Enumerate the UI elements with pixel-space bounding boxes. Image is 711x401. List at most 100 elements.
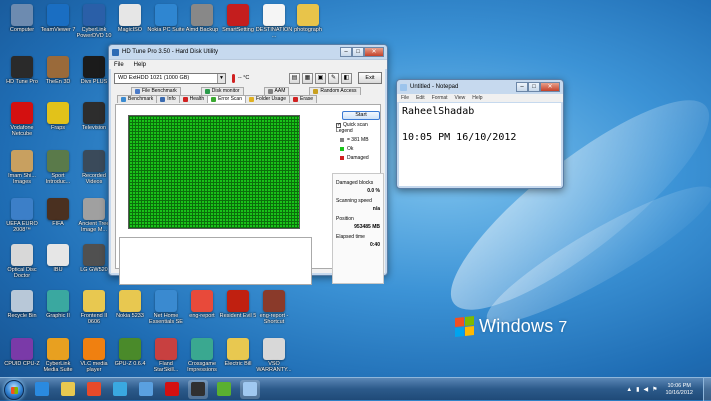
desktop-icon[interactable]: eng-report (183, 290, 221, 319)
desktop-icon-label: CPUID CPU-Z (4, 361, 40, 367)
ie-icon (35, 382, 49, 396)
desktop-icon[interactable]: IBU (39, 244, 77, 273)
maximize-button[interactable]: □ (352, 47, 364, 57)
desktop-icon[interactable]: GPU-Z 0.6.4 (111, 338, 149, 367)
desktop-icon[interactable]: Net Home Essentials SE (147, 290, 185, 325)
desktop-icon[interactable]: CyberLink PowerDVD 10 (75, 4, 113, 39)
start-button[interactable]: Start (342, 111, 380, 120)
network-icon[interactable]: ▮ (636, 386, 639, 393)
drive-select[interactable]: WD ExtHDD 1021 (1000 GB) ▼ (114, 72, 226, 84)
hdtune-titlebar[interactable]: HD Tune Pro 3.50 - Hard Disk Utility – □… (109, 45, 387, 59)
desktop-icon[interactable]: Computer (3, 4, 41, 33)
desktop-icon[interactable]: Nokia PC Suite (147, 4, 185, 33)
tab-disk-monitor[interactable]: Disk monitor (200, 87, 244, 95)
desktop-icon[interactable]: CyberLink Media Suite (39, 338, 77, 373)
tab-error-scan[interactable]: Error Scan (207, 95, 246, 103)
legend: Legend = 381 MB Ok Damaged (336, 128, 369, 164)
desktop-icon[interactable]: VLC media player (75, 338, 113, 373)
taskbar-notepad-button[interactable] (240, 380, 260, 399)
clock[interactable]: 10:06 PM 10/16/2012 (665, 383, 693, 397)
taskbar-explorer-button[interactable] (58, 380, 78, 399)
disk-info-button[interactable]: ◧ (341, 72, 352, 84)
desktop-icon-label: GPU-Z 0.6.4 (114, 361, 146, 367)
desktop-icon-label: Fraps (50, 125, 66, 131)
exit-button[interactable]: Exit (358, 72, 382, 84)
desktop-icon[interactable]: MagicISO (111, 4, 149, 33)
menu-file[interactable]: File (401, 94, 409, 102)
minimize-button[interactable]: – (340, 47, 352, 57)
save-button[interactable]: ▣ (315, 72, 326, 84)
notepad-titlebar[interactable]: Untitled - Notepad – □ ✕ (397, 80, 563, 94)
menu-help[interactable]: Help (134, 60, 146, 69)
tab-icon (267, 89, 273, 94)
hdtune-icon (191, 382, 205, 396)
notepad-text-area[interactable]: RaheelShadab 10:05 PM 16/10/2012 (399, 103, 561, 186)
tab-erase[interactable]: Erase (289, 95, 318, 103)
desktop-icon[interactable]: Optical Disc Doctor (3, 244, 41, 279)
taskbar-chrome-button[interactable] (84, 380, 104, 399)
tab-file-benchmark[interactable]: File Benchmark (131, 87, 181, 95)
desktop-icon[interactable]: Electric Bill (219, 338, 257, 367)
show-desktop-button[interactable] (703, 378, 711, 401)
desktop-icon[interactable]: Frontend II 0606 (75, 290, 113, 325)
menu-help[interactable]: Help (472, 94, 482, 102)
desktop-icon[interactable]: CPUID CPU-Z (3, 338, 41, 367)
desktop-icon[interactable]: UEFA EURO 2008™ (3, 198, 41, 233)
desktop-icon[interactable]: Graphic II (39, 290, 77, 319)
close-button[interactable]: ✕ (364, 47, 384, 57)
desktop-icon[interactable]: Vodafone Netcube (3, 102, 41, 137)
start-button-orb[interactable] (4, 380, 24, 400)
desktop-icon[interactable]: Fraps (39, 102, 77, 131)
menu-format[interactable]: Format (432, 94, 448, 102)
desktop-icon[interactable]: DESTINATION ... (255, 4, 293, 39)
menu-edit[interactable]: Edit (416, 94, 425, 102)
tab-aam[interactable]: AAM (263, 87, 290, 95)
close-button[interactable]: ✕ (540, 82, 560, 92)
desktop-icon[interactable]: TheEn 3D (39, 56, 77, 85)
desktop-icon[interactable]: FIFA (39, 198, 77, 227)
volume-icon[interactable]: ◀ (643, 386, 648, 393)
desktop-icon[interactable]: Fland StarSkill... (147, 338, 185, 373)
desktop-icon-label: eng-report (189, 313, 215, 319)
desktop-icon-label: VLC media player (80, 361, 108, 373)
copy-image-button[interactable]: ▦ (302, 72, 313, 84)
shortcut-icon (83, 102, 105, 124)
tab-row-top: File Benchmark Disk monitor AAM Random Acce… (125, 87, 385, 95)
taskbar-media-button[interactable] (110, 380, 130, 399)
flag-icon[interactable]: ⚑ (652, 386, 657, 393)
desktop-icon[interactable]: Crossgame Impressions (183, 338, 221, 373)
tab-random-access[interactable]: Random Access (309, 87, 361, 95)
tab-info[interactable]: Info (156, 95, 180, 103)
menu-view[interactable]: View (455, 94, 466, 102)
tab-health[interactable]: Health (178, 95, 209, 103)
desktop-icon[interactable]: TeamViewer 7 (39, 4, 77, 33)
menu-file[interactable]: File (114, 60, 124, 69)
taskbar-utorrent-button[interactable] (214, 380, 234, 399)
taskbar-ie-button[interactable] (32, 380, 52, 399)
shortcut-icon (83, 338, 105, 360)
desktop-icon[interactable]: Resident Evil 5 (219, 290, 257, 319)
desktop-icon[interactable]: Recycle Bin (3, 290, 41, 319)
desktop-icon[interactable]: VSO WARRANTY... (255, 338, 293, 373)
desktop-icon[interactable]: eng-report - Shortcut (255, 290, 293, 325)
desktop-icon[interactable]: Imam Shi... Images (3, 150, 41, 185)
desktop-icon[interactable]: Nokia 5233 (111, 290, 149, 319)
tab-benchmark[interactable]: Benchmark (117, 95, 158, 103)
desktop-icon[interactable]: SmartSetting (219, 4, 257, 33)
options-button[interactable]: ✎ (328, 72, 339, 84)
desktop-icon[interactable]: Sport Introduc... (39, 150, 77, 185)
desktop-icon-label: VSO WARRANTY... (256, 361, 292, 373)
shortcut-icon (11, 150, 33, 172)
maximize-button[interactable]: □ (528, 82, 540, 92)
copy-text-button[interactable]: ▤ (289, 72, 300, 84)
minimize-button[interactable]: – (516, 82, 528, 92)
taskbar-network-button[interactable] (136, 380, 156, 399)
taskbar-vodafone-button[interactable] (162, 380, 182, 399)
desktop-icon[interactable]: HD Tune Pro (3, 56, 41, 85)
desktop-icon[interactable]: photograph (289, 4, 327, 33)
taskbar-hdtune-button[interactable] (188, 380, 208, 399)
tab-folder-usage[interactable]: Folder Usage (245, 95, 291, 103)
tray-arrow-icon[interactable]: ▲ (626, 387, 632, 393)
desktop-icon[interactable]: Aimd Backup (183, 4, 221, 33)
tab-icon (160, 97, 166, 102)
